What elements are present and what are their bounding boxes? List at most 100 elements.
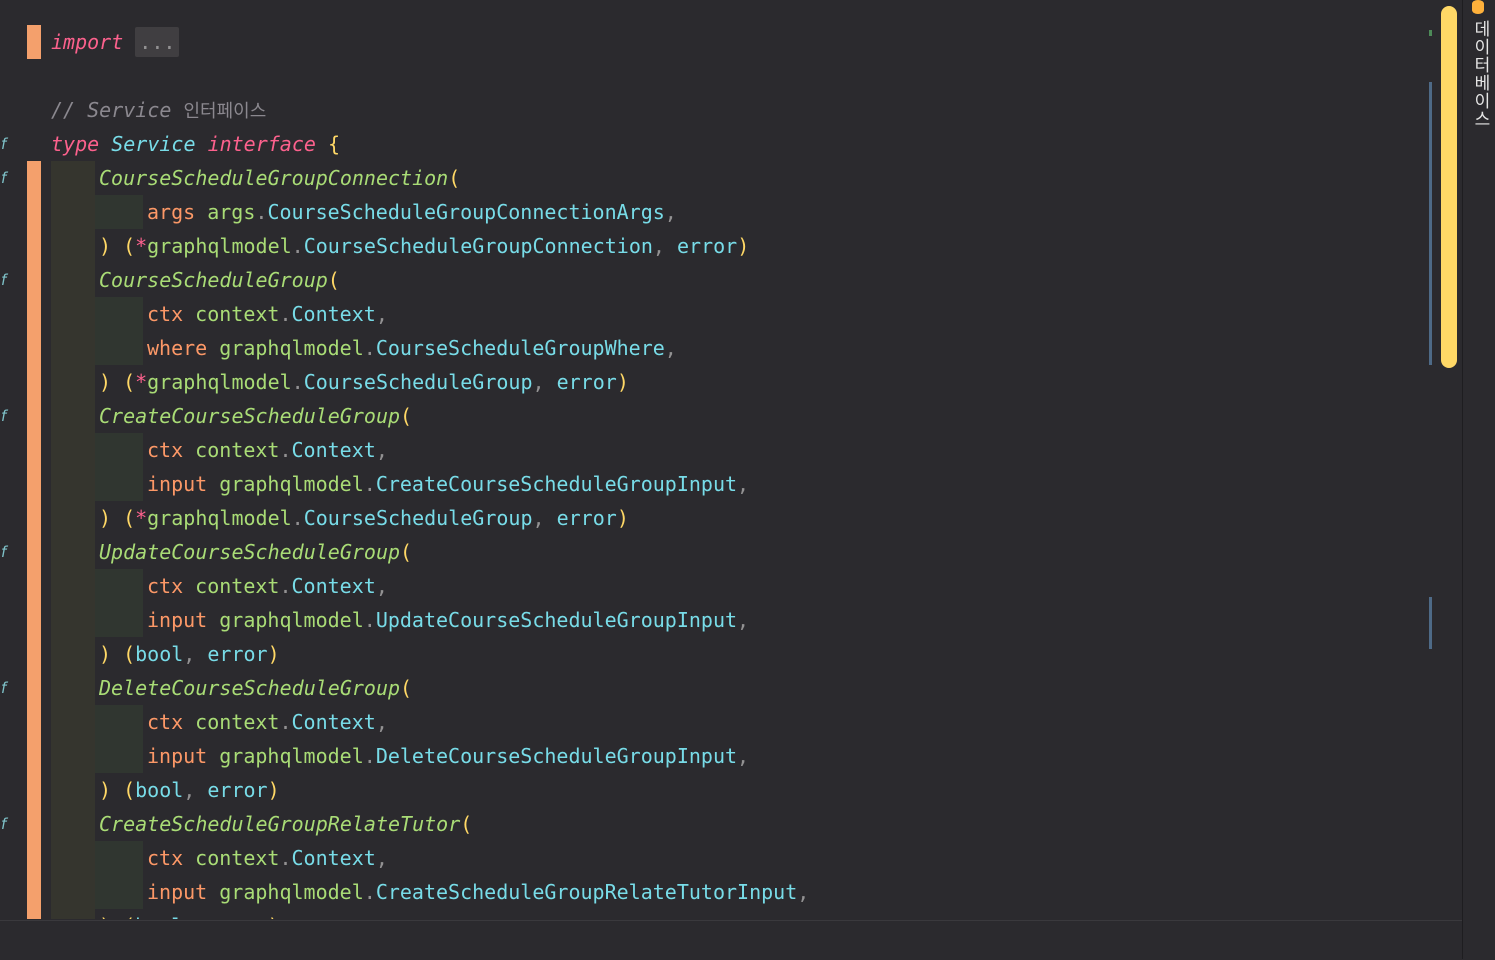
type-keyword: type (51, 132, 100, 156)
folded-imports[interactable]: ... (135, 27, 180, 57)
code-line[interactable]: CourseScheduleGroupConnection( (0, 161, 1420, 195)
code-line[interactable]: DeleteCourseScheduleGroup( (0, 671, 1420, 705)
param-package: graphqlmodel (219, 880, 364, 904)
import-keyword: import (51, 30, 124, 54)
database-tool-tab[interactable]: 데이터베이스 (1468, 0, 1492, 130)
return-package: graphqlmodel (147, 506, 292, 530)
code-line[interactable]: UpdateCourseScheduleGroup( (0, 535, 1420, 569)
indent-guide (95, 467, 143, 501)
implemented-method-icon[interactable]: f (1, 407, 19, 425)
code-line[interactable]: ) (bool, error) (0, 773, 1420, 807)
code-line[interactable]: ctx context.Context, (0, 841, 1420, 875)
implemented-method-icon[interactable]: f (1, 169, 19, 187)
param-type: Context (291, 302, 376, 326)
param-package: context (195, 438, 280, 462)
param-name: ctx (147, 574, 184, 598)
return-open: ) ( (99, 642, 136, 666)
code-line[interactable]: import ... (0, 25, 1420, 59)
open-paren: ( (460, 812, 473, 836)
method-name: UpdateCourseScheduleGroup (99, 540, 401, 564)
indent-guide (95, 875, 143, 909)
indent-guide (95, 705, 143, 739)
param-type: CourseScheduleGroupWhere (375, 336, 665, 360)
param-name: input (147, 472, 208, 496)
bool-type: bool (135, 778, 184, 802)
open-paren: ( (327, 268, 340, 292)
indent-guide (95, 433, 143, 467)
open-paren: ( (400, 676, 413, 700)
code-line[interactable]: input graphqlmodel.CreateCourseScheduleG… (0, 467, 1420, 501)
pointer-star: * (135, 370, 148, 394)
error-type: error (207, 778, 268, 802)
code-line[interactable]: input graphqlmodel.CreateScheduleGroupRe… (0, 875, 1420, 909)
code-line[interactable] (0, 59, 1420, 93)
scroll-marker (1429, 597, 1432, 649)
implemented-method-icon[interactable]: f (1, 135, 19, 153)
param-name: input (147, 880, 208, 904)
code-line[interactable]: input graphqlmodel.UpdateCourseScheduleG… (0, 603, 1420, 637)
code-line[interactable]: CreateCourseScheduleGroup( (0, 399, 1420, 433)
return-package: graphqlmodel (147, 370, 292, 394)
comment-text: // Service (51, 98, 172, 122)
param-name: ctx (147, 710, 184, 734)
code-line[interactable]: ) (bool, error) (0, 909, 1420, 919)
indent-guide (95, 297, 143, 331)
param-name: ctx (147, 846, 184, 870)
code-line[interactable]: ) (*graphqlmodel.CourseScheduleGroup, er… (0, 365, 1420, 399)
return-close: ) (616, 370, 629, 394)
code-line[interactable]: // Service 인터페이스 (0, 93, 1420, 127)
param-name: args (147, 200, 196, 224)
return-close: ) (268, 914, 280, 919)
code-line[interactable]: input graphqlmodel.DeleteCourseScheduleG… (0, 739, 1420, 773)
param-type: Context (291, 710, 376, 734)
return-package: graphqlmodel (147, 234, 292, 258)
param-package: graphqlmodel (219, 608, 364, 632)
database-tab-label: 데이터베이스 (1470, 20, 1490, 128)
param-type: CreateScheduleGroupRelateTutorInput (375, 880, 798, 904)
scroll-marker (1429, 30, 1432, 36)
param-name: where (147, 336, 208, 360)
param-package: context (195, 846, 280, 870)
code-line[interactable]: CourseScheduleGroup( (0, 263, 1420, 297)
param-package: context (195, 302, 280, 326)
error-type: error (556, 506, 617, 530)
method-name: CreateScheduleGroupRelateTutor (99, 812, 461, 836)
param-type: DeleteCourseScheduleGroupInput (375, 744, 738, 768)
pointer-star: * (135, 506, 148, 530)
scroll-thumb[interactable] (1441, 6, 1457, 368)
implemented-method-icon[interactable]: f (1, 271, 19, 289)
code-line[interactable]: ) (bool, error) (0, 637, 1420, 671)
error-type: error (207, 642, 268, 666)
return-type: CourseScheduleGroup (303, 370, 533, 394)
param-type: CreateCourseScheduleGroupInput (375, 472, 738, 496)
code-line[interactable]: ctx context.Context, (0, 297, 1420, 331)
indent-guide (95, 331, 143, 365)
code-editor[interactable]: import ...// Service 인터페이스 type Service i… (0, 0, 1462, 919)
return-open: ) ( (99, 370, 136, 394)
implemented-method-icon[interactable]: f (1, 815, 19, 833)
param-package: args (207, 200, 256, 224)
method-name: CourseScheduleGroup (99, 268, 328, 292)
code-line[interactable]: type Service interface { (0, 127, 1420, 161)
bool-type: bool (135, 914, 183, 919)
implemented-method-icon[interactable]: f (1, 543, 19, 561)
tool-window-strip (1462, 0, 1495, 959)
return-open: ) ( (99, 778, 136, 802)
code-line[interactable]: ctx context.Context, (0, 569, 1420, 603)
database-icon (1472, 0, 1484, 14)
implemented-method-icon[interactable]: f (1, 679, 19, 697)
code-line[interactable]: CreateScheduleGroupRelateTutor( (0, 807, 1420, 841)
code-line[interactable]: ctx context.Context, (0, 705, 1420, 739)
code-line[interactable]: ) (*graphqlmodel.CourseScheduleGroupConn… (0, 229, 1420, 263)
code-line[interactable]: args args.CourseScheduleGroupConnectionA… (0, 195, 1420, 229)
comment-text-korean: 인터페이스 (183, 101, 267, 122)
param-type: UpdateCourseScheduleGroupInput (375, 608, 738, 632)
error-type: error (207, 914, 267, 919)
interface-keyword: interface (207, 132, 316, 156)
indent-guide (95, 603, 143, 637)
code-line[interactable]: where graphqlmodel.CourseScheduleGroupWh… (0, 331, 1420, 365)
return-open: ) ( (99, 506, 136, 530)
return-close: ) (267, 778, 280, 802)
code-line[interactable]: ) (*graphqlmodel.CourseScheduleGroup, er… (0, 501, 1420, 535)
code-line[interactable]: ctx context.Context, (0, 433, 1420, 467)
